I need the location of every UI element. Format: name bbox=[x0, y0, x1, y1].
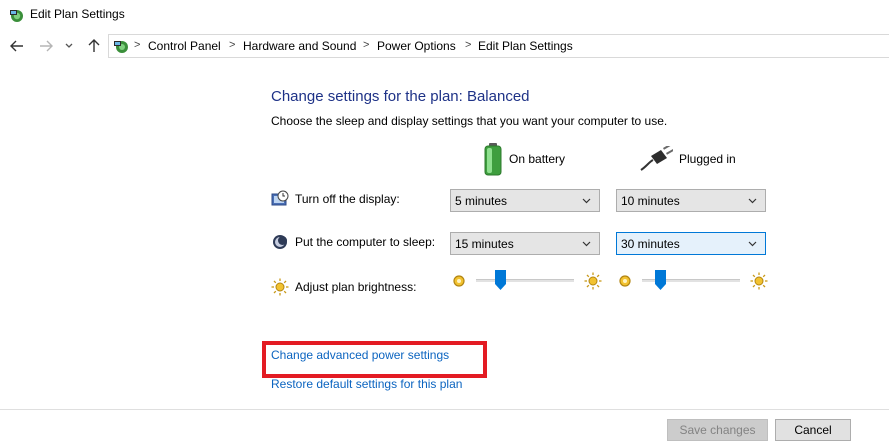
column-label-plugged-in: Plugged in bbox=[679, 152, 736, 166]
row-brightness: Adjust plan brightness: bbox=[271, 278, 416, 296]
plug-icon bbox=[640, 146, 673, 171]
page-description: Choose the sleep and display settings th… bbox=[271, 114, 668, 128]
label-sleep: Put the computer to sleep: bbox=[295, 235, 436, 249]
battery-icon bbox=[484, 143, 502, 176]
breadcrumb-separator[interactable]: > bbox=[465, 39, 471, 51]
chevron-down-icon bbox=[748, 241, 757, 247]
breadcrumb-separator[interactable]: > bbox=[134, 39, 140, 51]
moon-icon bbox=[273, 235, 287, 249]
column-header-plugged-in: Plugged in bbox=[639, 140, 736, 178]
cancel-button[interactable]: Cancel bbox=[775, 419, 851, 441]
column-header-on-battery: On battery bbox=[483, 140, 565, 178]
sleep-on-battery-select[interactable]: 15 minutes bbox=[450, 232, 600, 255]
breadcrumb-hardware-and-sound[interactable]: Hardware and Sound bbox=[243, 39, 356, 53]
title-bar: Edit Plan Settings bbox=[0, 0, 889, 30]
sleep-on-battery-value: 15 minutes bbox=[455, 236, 514, 251]
window-title: Edit Plan Settings bbox=[30, 7, 125, 21]
power-options-location-icon bbox=[114, 41, 128, 53]
brightness-sun-icon bbox=[271, 278, 289, 296]
power-options-icon bbox=[10, 10, 23, 22]
address-bar[interactable]: > Control Panel > Hardware and Sound > P… bbox=[108, 34, 889, 58]
breadcrumb-separator[interactable]: > bbox=[363, 39, 369, 51]
chevron-down-icon bbox=[748, 198, 757, 204]
display-on-battery-value: 5 minutes bbox=[455, 193, 508, 208]
slider-thumb[interactable] bbox=[655, 270, 667, 290]
breadcrumb-edit-plan-settings[interactable]: Edit Plan Settings bbox=[478, 39, 573, 53]
brightness-on-battery-slider[interactable] bbox=[450, 268, 606, 294]
label-turn-off-display: Turn off the display: bbox=[295, 192, 400, 206]
arrow-up-icon bbox=[88, 39, 100, 52]
breadcrumb-control-panel[interactable]: Control Panel bbox=[148, 39, 221, 53]
row-turn-off-display: Turn off the display: bbox=[271, 190, 400, 208]
breadcrumb-power-options[interactable]: Power Options bbox=[377, 39, 456, 53]
brightness-high-icon bbox=[750, 272, 768, 290]
breadcrumb-separator[interactable]: > bbox=[229, 39, 235, 51]
row-sleep: Put the computer to sleep: bbox=[271, 233, 435, 251]
brightness-high-icon bbox=[584, 272, 602, 290]
sleep-plugged-in-select[interactable]: 30 minutes bbox=[616, 232, 766, 255]
forward-button[interactable] bbox=[37, 36, 55, 56]
up-button[interactable] bbox=[85, 36, 103, 56]
save-changes-button[interactable]: Save changes bbox=[667, 419, 768, 441]
sleep-plugged-in-value: 30 minutes bbox=[621, 236, 680, 251]
display-on-battery-select[interactable]: 5 minutes bbox=[450, 189, 600, 212]
brightness-plugged-in-slider[interactable] bbox=[616, 268, 772, 294]
recent-locations-button[interactable] bbox=[63, 36, 75, 56]
brightness-low-icon bbox=[619, 275, 631, 287]
column-label-on-battery: On battery bbox=[509, 152, 566, 166]
arrow-right-icon bbox=[40, 40, 53, 52]
footer-divider bbox=[0, 409, 889, 410]
page-title: Change settings for the plan: Balanced bbox=[271, 88, 530, 105]
restore-defaults-link[interactable]: Restore default settings for this plan bbox=[271, 377, 462, 391]
chevron-down-icon bbox=[582, 241, 591, 247]
slider-track[interactable] bbox=[476, 279, 574, 282]
display-plugged-in-value: 10 minutes bbox=[621, 193, 680, 208]
display-clock-icon bbox=[271, 190, 289, 206]
arrow-left-icon bbox=[10, 40, 23, 52]
brightness-low-icon bbox=[453, 275, 465, 287]
label-brightness: Adjust plan brightness: bbox=[295, 280, 417, 294]
back-button[interactable] bbox=[8, 36, 26, 56]
chevron-down-icon bbox=[65, 43, 73, 48]
navigation-bar: > Control Panel > Hardware and Sound > P… bbox=[0, 33, 889, 61]
slider-thumb[interactable] bbox=[495, 270, 506, 290]
change-advanced-power-settings-link[interactable]: Change advanced power settings bbox=[271, 348, 449, 362]
display-plugged-in-select[interactable]: 10 minutes bbox=[616, 189, 766, 212]
chevron-down-icon bbox=[582, 198, 591, 204]
